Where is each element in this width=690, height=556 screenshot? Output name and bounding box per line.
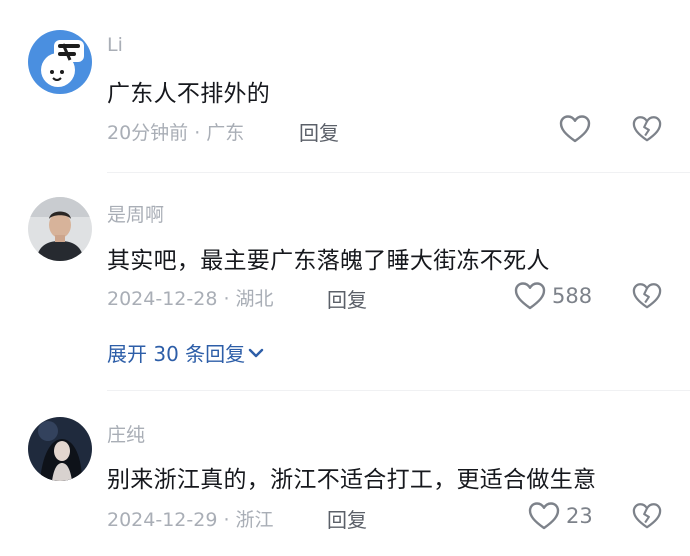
divider	[107, 172, 690, 173]
reply-button[interactable]: 回复	[327, 504, 367, 533]
broken-heart-icon	[632, 503, 662, 529]
like-count: 588	[552, 284, 593, 308]
comment-text: 其实吧，最主要广东落魄了睡大街冻不死人	[107, 248, 550, 274]
like-button[interactable]: 23	[528, 501, 593, 531]
expand-replies-label: 展开 30 条回复	[107, 342, 246, 366]
divider	[107, 390, 690, 391]
comment-list: Li 广东人不排外的 20分钟前 · 广东 回复 是周啊 其实吧，最主要广东落魄…	[0, 0, 690, 556]
comment-text: 别来浙江真的，浙江不适合打工，更适合做生意	[107, 467, 597, 493]
avatar[interactable]	[28, 197, 92, 261]
reply-button[interactable]: 回复	[299, 117, 339, 146]
reply-button[interactable]: 回复	[327, 284, 367, 313]
comment-meta: 2024-12-29 · 浙江	[107, 509, 274, 531]
heart-outline-icon	[514, 282, 546, 310]
comment-text: 广东人不排外的	[107, 81, 271, 107]
like-button[interactable]: 588	[514, 281, 592, 311]
broken-heart-icon	[632, 283, 662, 309]
broken-heart-icon	[632, 116, 662, 142]
username[interactable]: 庄纯	[107, 420, 145, 447]
chevron-down-icon	[248, 348, 264, 357]
username[interactable]: Li	[107, 34, 123, 56]
expand-replies-link[interactable]: 展开 30 条回复	[107, 338, 265, 367]
avatar[interactable]	[28, 30, 92, 94]
like-button[interactable]	[559, 114, 597, 144]
comment-meta: 2024-12-28 · 湖北	[107, 288, 274, 310]
dislike-button[interactable]	[632, 281, 662, 315]
comment-meta: 20分钟前 · 广东	[107, 122, 245, 144]
like-count: 23	[566, 504, 593, 528]
dislike-button[interactable]	[632, 501, 662, 535]
heart-outline-icon	[528, 502, 560, 530]
dislike-button[interactable]	[632, 114, 662, 148]
heart-outline-icon	[559, 115, 591, 143]
avatar[interactable]	[28, 417, 92, 481]
username[interactable]: 是周啊	[107, 200, 164, 227]
